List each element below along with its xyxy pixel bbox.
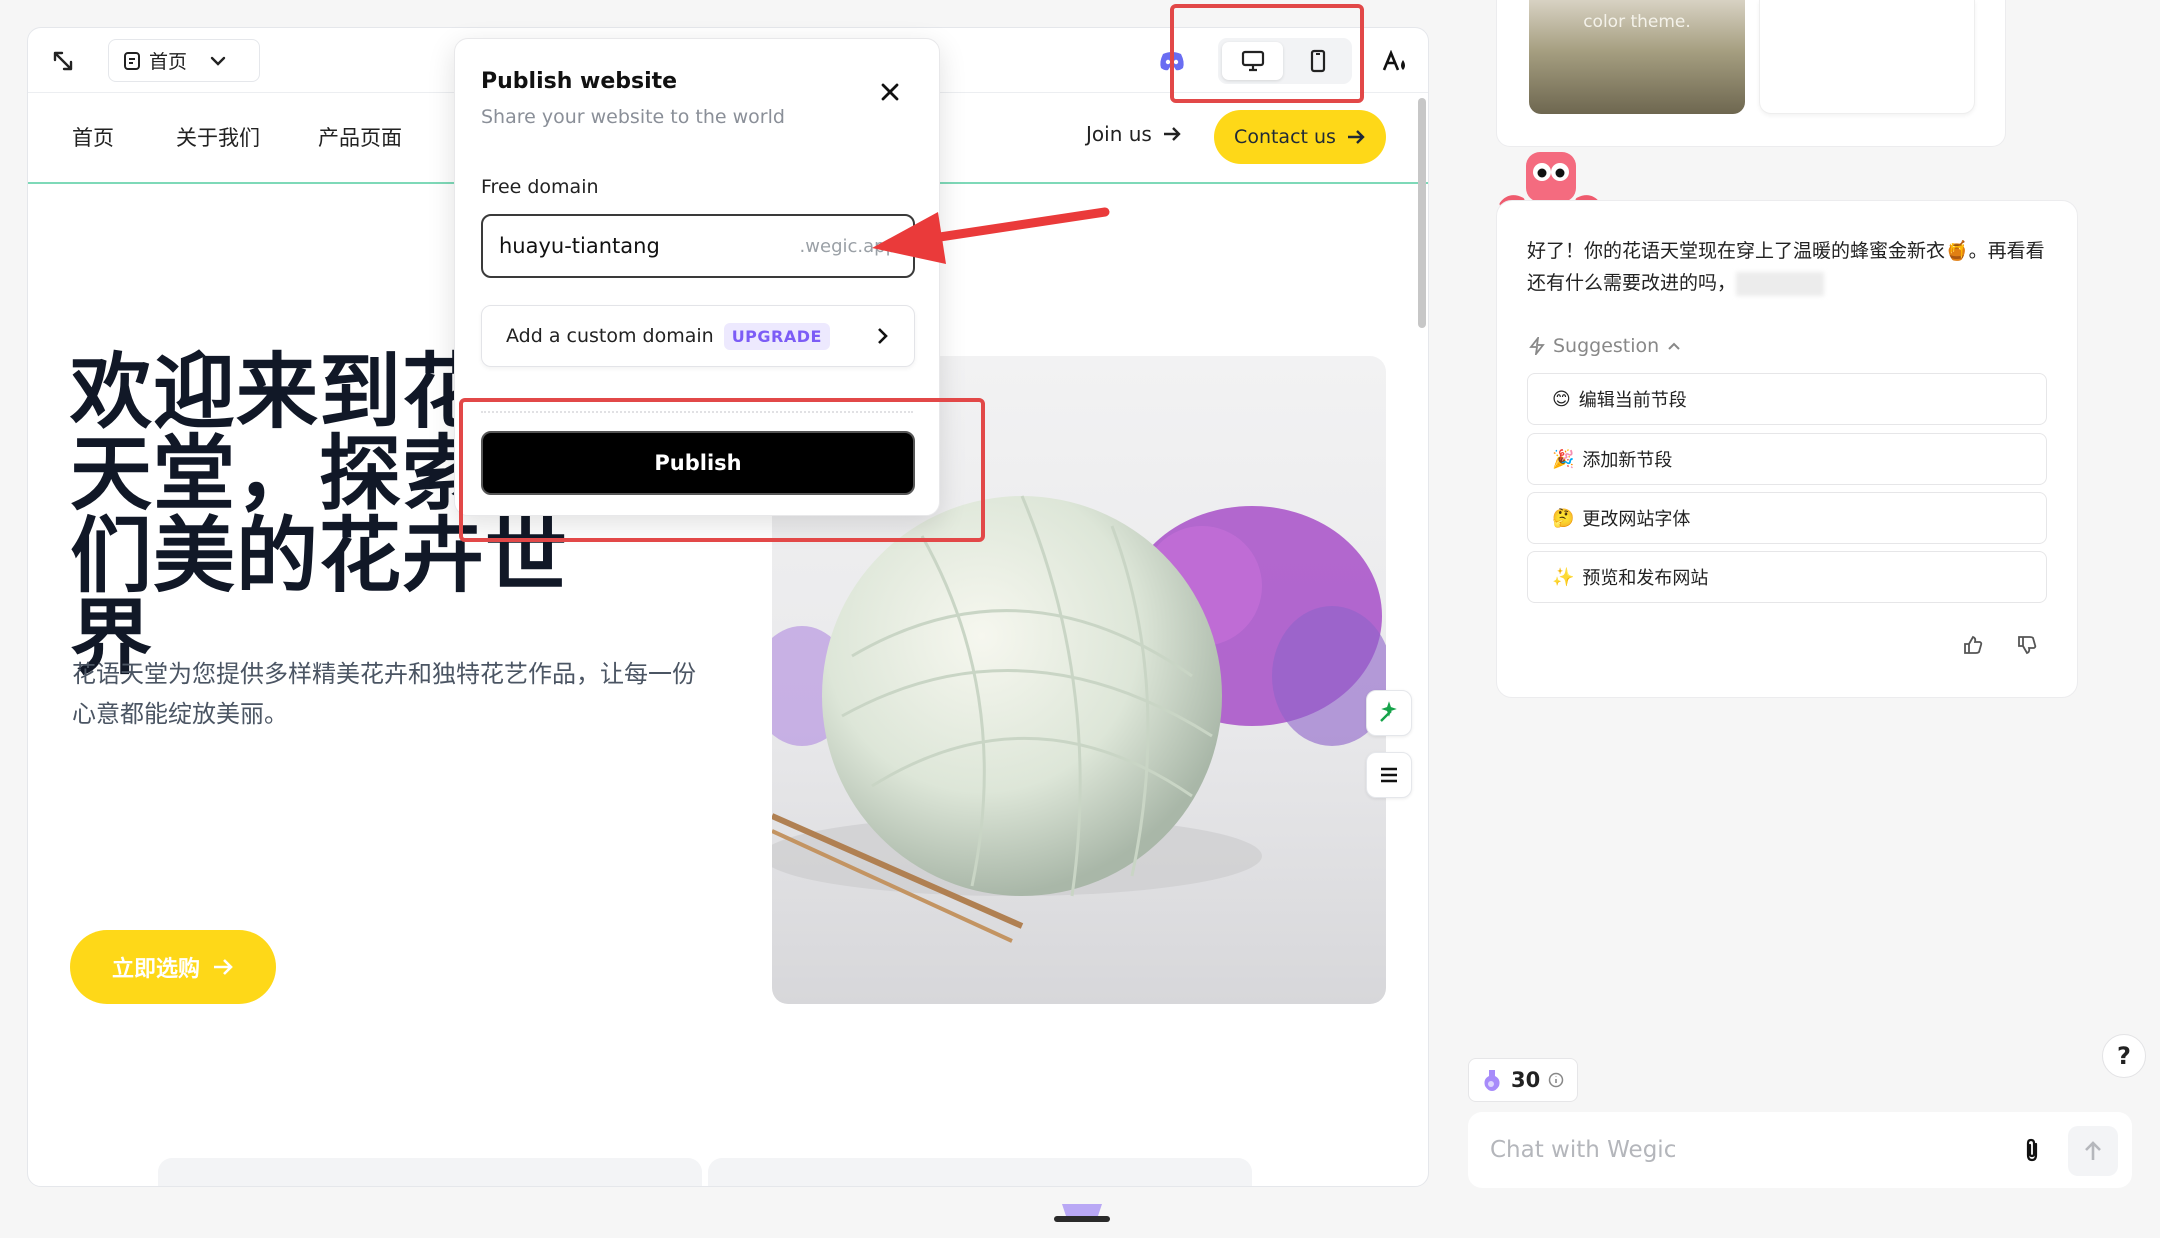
desktop-view-button[interactable]	[1222, 42, 1283, 80]
bolt-icon	[1529, 337, 1545, 355]
suggestion-edit-section[interactable]: 😊 编辑当前节段	[1527, 373, 2047, 425]
menu-icon[interactable]	[1366, 752, 1412, 798]
page-selector-label: 首页	[149, 51, 188, 73]
upgrade-badge: UPGRADE	[723, 322, 830, 350]
domain-suffix: .wegic.app	[799, 235, 897, 257]
close-icon[interactable]	[875, 77, 905, 107]
domain-value: huayu-tiantang	[499, 234, 660, 258]
drawer-handle-icon[interactable]	[1054, 1196, 1110, 1224]
chevron-right-icon	[878, 328, 888, 344]
section-card-placeholder	[158, 1158, 702, 1186]
scrollbar[interactable]	[1418, 98, 1426, 328]
domain-input[interactable]: huayu-tiantang .wegic.app	[481, 214, 915, 278]
shop-now-button[interactable]: 立即选购	[70, 930, 276, 1004]
monitor-icon	[1241, 50, 1264, 72]
shop-now-label: 立即选购	[111, 957, 200, 982]
mobile-view-button[interactable]	[1287, 42, 1348, 80]
suggestion-emoji: 😊	[1552, 388, 1571, 410]
free-domain-label: Free domain	[481, 176, 599, 198]
join-us-label: Join us	[1086, 122, 1152, 146]
thumbs-up-icon[interactable]	[1959, 631, 1987, 659]
arrow-right-icon	[1163, 127, 1181, 141]
suggestion-add-section[interactable]: 🎉 添加新节段	[1527, 433, 2047, 485]
suggestion-text: 编辑当前节段	[1578, 390, 1687, 411]
page-selector[interactable]: 首页	[108, 39, 260, 82]
suggestion-preview-publish[interactable]: ✨ 预览和发布网站	[1527, 551, 2047, 603]
publish-modal-subtitle: Share your website to the world	[481, 106, 785, 128]
chevron-up-icon	[1668, 342, 1680, 350]
chevron-down-icon	[210, 56, 226, 66]
add-custom-domain-button[interactable]: Add a custom domain UPGRADE	[481, 305, 915, 367]
publish-modal-title: Publish website	[481, 69, 678, 94]
info-icon	[1548, 1072, 1564, 1088]
credits-count: 30	[1511, 1068, 1541, 1092]
suggestion-change-font[interactable]: 🤔 更改网站字体	[1527, 492, 2047, 544]
device-toggle	[1218, 38, 1352, 84]
suggestion-emoji: 🎉	[1552, 448, 1575, 470]
thumbs-down-icon[interactable]	[2013, 631, 2041, 659]
arrow-up-icon	[2085, 1141, 2101, 1160]
nav-link-home[interactable]: 首页	[72, 122, 114, 152]
font-style-icon[interactable]	[1378, 45, 1412, 79]
theme-thumbnail[interactable]	[1759, 0, 1975, 114]
assistant-message-text: 好了！你的花语天堂现在穿上了温暖的蜂蜜金新衣🍯。再看看还有什么需要改进的吗，	[1527, 235, 2057, 299]
arrow-right-icon	[214, 959, 233, 975]
suggestion-toggle[interactable]: Suggestion	[1529, 335, 1681, 357]
section-card-placeholder	[708, 1158, 1252, 1186]
theme-options-card: color theme.	[1496, 0, 2006, 147]
send-button[interactable]	[2068, 1126, 2118, 1176]
suggestion-text: 更改网站字体	[1582, 509, 1691, 530]
credits-badge[interactable]: 30	[1468, 1058, 1578, 1102]
chat-input[interactable]	[1490, 1132, 2010, 1168]
paperclip-icon[interactable]	[2016, 1134, 2048, 1166]
suggestion-label: Suggestion	[1553, 335, 1660, 357]
discord-icon[interactable]	[1154, 43, 1190, 79]
theme-caption: color theme.	[1583, 12, 1691, 32]
publish-button[interactable]: Publish	[481, 431, 915, 495]
chat-composer	[1468, 1112, 2132, 1188]
page-icon	[124, 51, 140, 70]
suggestion-emoji: 🤔	[1552, 507, 1575, 529]
contact-us-label: Contact us	[1234, 126, 1336, 148]
phone-icon	[1310, 49, 1325, 73]
arrow-right-icon	[1347, 130, 1365, 144]
modal-divider	[481, 411, 913, 413]
suggestion-emoji: ✨	[1552, 566, 1575, 588]
join-us-link[interactable]: Join us	[1086, 122, 1182, 146]
theme-thumbnail[interactable]: color theme.	[1529, 0, 1745, 114]
nav-link-about[interactable]: 关于我们	[176, 122, 260, 152]
expand-icon[interactable]	[48, 46, 78, 76]
contact-us-button[interactable]: Contact us	[1214, 110, 1386, 164]
potion-icon	[1484, 1070, 1500, 1091]
redacted-text	[1736, 271, 1825, 296]
ai-edit-icon[interactable]	[1366, 690, 1412, 736]
custom-domain-label: Add a custom domain	[506, 325, 714, 347]
publish-modal: Publish website Share your website to th…	[454, 38, 940, 516]
nav-link-products[interactable]: 产品页面	[318, 122, 402, 152]
assistant-message: 好了！你的花语天堂现在穿上了温暖的蜂蜜金新衣🍯。再看看还有什么需要改进的吗， S…	[1496, 200, 2078, 698]
help-button[interactable]: ?	[2102, 1034, 2146, 1078]
suggestion-text: 预览和发布网站	[1582, 568, 1709, 589]
suggestion-text: 添加新节段	[1582, 450, 1673, 471]
hero-subtitle: 花语天堂为您提供多样精美花卉和独特花艺作品，让每一份心意都能绽放美丽。	[72, 660, 696, 728]
